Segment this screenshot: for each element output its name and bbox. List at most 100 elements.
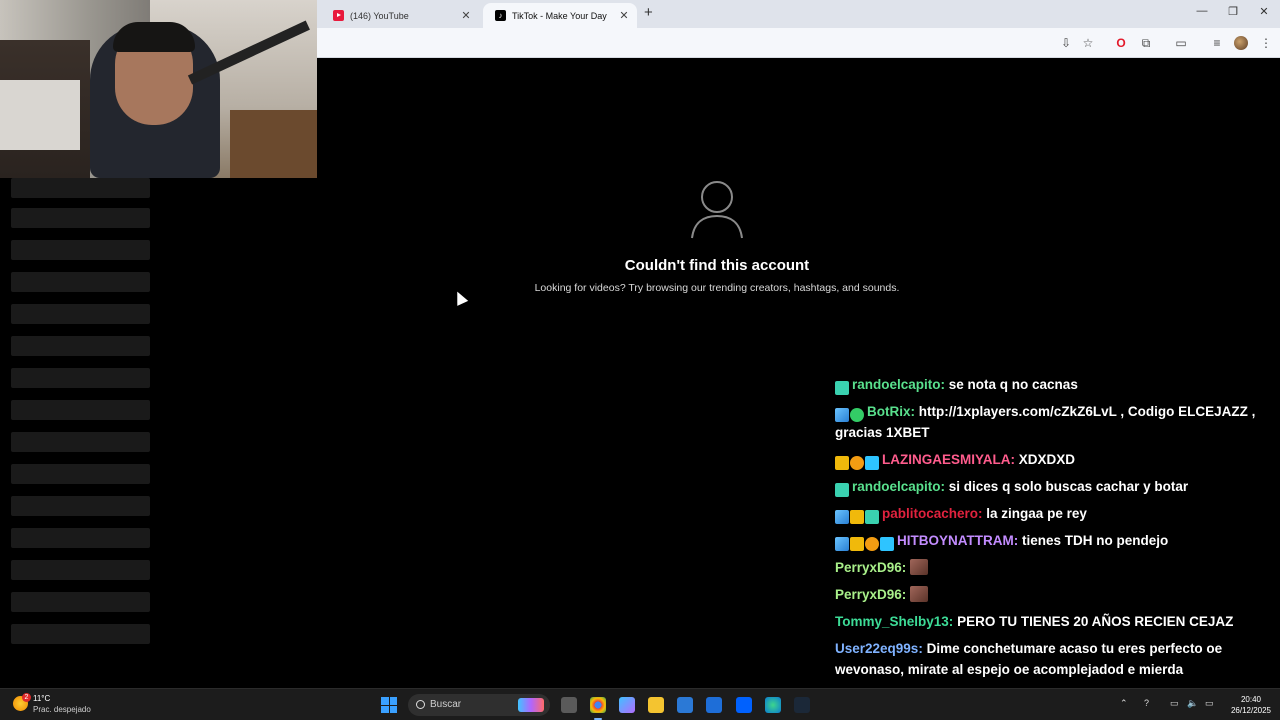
skeleton-item (11, 240, 150, 260)
chat-badges: swordbot (835, 401, 865, 422)
chat-text: la zingaa pe rey (986, 506, 1087, 521)
close-icon[interactable]: ✕ (615, 9, 633, 22)
chat-message: gridrandoelcapito: si dices q solo busca… (835, 476, 1275, 497)
skeleton-item (11, 432, 150, 452)
notification-badge: 2 (22, 693, 31, 702)
crown-badge-icon: crown (850, 537, 864, 551)
chat-username[interactable]: LAZINGAESMIYALA: (882, 452, 1015, 467)
tab-label: TikTok - Make Your Day (512, 10, 607, 21)
sword-badge-icon: sword (835, 408, 849, 422)
skeleton-item (11, 592, 150, 612)
youtube-icon (333, 10, 344, 21)
restore-button[interactable]: ❐ (1218, 5, 1248, 18)
browser-toolbar: ⇩ ☆ O ⧉ ▭ ≡ ⋮ (317, 28, 1280, 58)
crown-badge-icon: crown (850, 510, 864, 524)
new-tab-button[interactable]: + (644, 4, 653, 21)
file-explorer-icon[interactable] (648, 697, 664, 713)
network-icon[interactable]: ▭ (1170, 698, 1179, 709)
tiktok-icon: ♪ (495, 10, 506, 21)
taskbar: 2 11°C Prac. despejado Buscar ⌃ ? ▭ 🔈 ▭ … (0, 688, 1280, 720)
chat-username[interactable]: HITBOYNATTRAM: (897, 533, 1018, 548)
edge-icon[interactable] (765, 697, 781, 713)
chat-message: crownonecubeLAZINGAESMIYALA: XDXDXD (835, 449, 1275, 470)
chat-message: swordcrowngridpablitocachero: la zingaa … (835, 503, 1275, 524)
crown-badge-icon: crown (835, 456, 849, 470)
close-window-button[interactable]: ✕ (1249, 5, 1279, 18)
taskbar-search[interactable]: Buscar (408, 694, 550, 716)
sword-badge-icon: sword (835, 537, 849, 551)
steam-icon[interactable] (794, 697, 810, 713)
chat-username[interactable]: Tommy_Shelby13: (835, 614, 953, 629)
chat-message: swordbotBotRix: http://1xplayers.com/cZk… (835, 401, 1275, 443)
grid-badge-icon: grid (865, 510, 879, 524)
tab-youtube[interactable]: (146) YouTube ✕ (321, 3, 479, 28)
mail-icon[interactable] (706, 697, 722, 713)
chat-badges: swordcrowngrid (835, 503, 880, 524)
account-not-found: Couldn't find this account Looking for v… (317, 58, 1117, 358)
sword-badge-icon: sword (835, 510, 849, 524)
skeleton-item (11, 178, 150, 198)
chat-text: XDXDXD (1018, 452, 1076, 467)
chat-username[interactable]: pablitocachero: (882, 506, 983, 521)
chat-message: gridrandoelcapito: se nota q no cacnas (835, 374, 1275, 395)
screen: (146) YouTube ✕ ♪ TikTok - Make Your Day… (0, 0, 1280, 720)
skeleton-item (11, 528, 150, 548)
chat-username[interactable]: randoelcapito: (852, 479, 945, 494)
clock-time: 20:40 (1240, 695, 1262, 704)
copilot-icon[interactable] (619, 697, 635, 713)
cast-icon[interactable]: ▭ (1172, 34, 1190, 52)
battery-icon[interactable]: ▭ (1205, 698, 1214, 709)
bot-badge-icon: bot (850, 408, 864, 422)
browser-tabstrip: (146) YouTube ✕ ♪ TikTok - Make Your Day… (317, 0, 1280, 28)
tray-chevron-icon[interactable]: ⌃ (1120, 698, 1128, 709)
skeleton-item (11, 496, 150, 516)
chat-text: se nota q no cacnas (948, 377, 1078, 392)
grid-badge-icon: grid (835, 381, 849, 395)
install-app-icon[interactable]: ⇩ (1057, 34, 1075, 52)
menu-kebab-icon[interactable]: ⋮ (1257, 34, 1275, 52)
cube-badge-icon: cube (865, 456, 879, 470)
chat-username[interactable]: User22eq99s: (835, 641, 923, 656)
skeleton-item (11, 464, 150, 484)
dropbox-icon[interactable] (736, 697, 752, 713)
tab-tiktok[interactable]: ♪ TikTok - Make Your Day ✕ (483, 3, 637, 28)
page-title: Couldn't find this account (624, 257, 810, 274)
task-view-icon[interactable] (561, 697, 577, 713)
close-icon[interactable]: ✕ (457, 9, 475, 22)
sidebar-skeleton (0, 178, 160, 688)
skeleton-item (11, 208, 150, 228)
bookmark-star-icon[interactable]: ☆ (1079, 34, 1097, 52)
skeleton-item (11, 624, 150, 644)
chat-emote-image (910, 586, 929, 602)
chat-message: User22eq99s: Dime conchetumare acaso tu … (835, 638, 1275, 680)
page-subtitle: Looking for videos? Try browsing our tre… (534, 282, 900, 294)
chrome-icon[interactable] (590, 697, 606, 713)
chat-text: tienes TDH no pendejo (1022, 533, 1169, 548)
minimize-button[interactable]: — (1187, 5, 1217, 17)
clock-date: 26/12/2025 (1230, 706, 1272, 715)
webcam-overlay (0, 0, 317, 178)
chat-message: PerryxD96: (835, 584, 1275, 605)
opera-extension-icon[interactable]: O (1112, 34, 1130, 52)
microsoft-store-icon[interactable] (677, 697, 693, 713)
media-controls-icon[interactable]: ≡ (1208, 34, 1226, 52)
skeleton-item (11, 272, 150, 292)
volume-icon[interactable]: 🔈 (1187, 698, 1198, 709)
search-highlight-icon (518, 698, 544, 712)
chat-username[interactable]: BotRix: (867, 404, 915, 419)
tray-help-icon[interactable]: ? (1144, 698, 1149, 708)
chat-username[interactable]: PerryxD96: (835, 587, 906, 602)
chat-badges: grid (835, 374, 850, 395)
windows-start-icon[interactable] (381, 697, 397, 713)
chat-overlay: gridrandoelcapito: se nota q no cacnassw… (835, 374, 1275, 713)
weather-temperature: 11°C (33, 694, 51, 703)
chat-username[interactable]: randoelcapito: (852, 377, 945, 392)
chat-username[interactable]: PerryxD96: (835, 560, 906, 575)
skeleton-item (11, 368, 150, 388)
taskbar-clock[interactable]: 20:40 26/12/2025 (1228, 694, 1274, 716)
one-badge-icon: one (865, 537, 879, 551)
profile-avatar[interactable] (1234, 36, 1248, 50)
skeleton-item (11, 560, 150, 580)
user-outline-icon (691, 181, 743, 239)
extensions-icon[interactable]: ⧉ (1137, 34, 1155, 52)
